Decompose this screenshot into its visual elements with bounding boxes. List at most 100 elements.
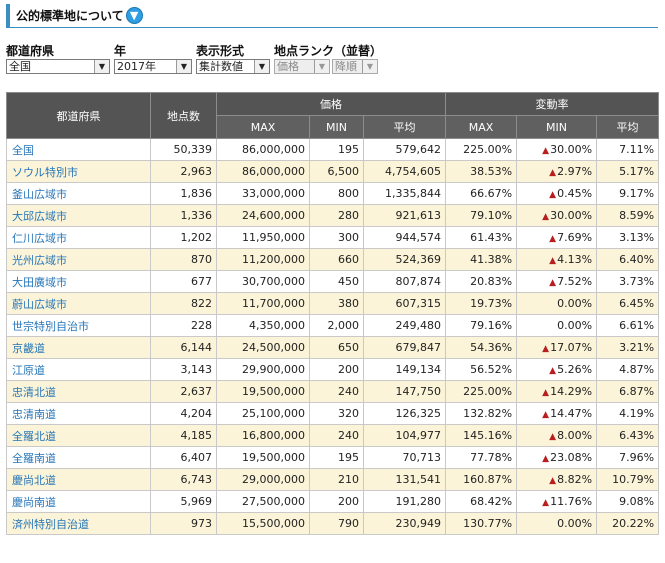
cell-rate-min: ▲7.52% [516,270,598,293]
filter-rank-label: 地点ランク（並替） [274,44,383,58]
cell-rmax: 79.10% [445,204,518,227]
cell-rate-min-value: 17.07% [550,341,593,354]
header-rate-min: MIN [516,115,598,139]
rank-field-value: 価格 [277,60,299,73]
prefecture-link[interactable]: 大田廣域市 [6,270,151,293]
cell-rate-min: ▲17.07% [516,336,598,359]
table-row: ソウル特別市 2,963 86,000,000 6,500 4,754,605 38.53… [6,160,660,183]
display-select[interactable]: 集計数値 ▼ [196,59,270,74]
cell-rate-min: ▲0.45% [516,182,598,205]
cell-count: 677 [150,270,217,293]
cell-ravg: 4.19% [596,402,660,425]
prefecture-link[interactable]: 江原道 [6,358,151,381]
cell-rate-min-value: 30.00% [550,209,593,222]
filter-display-label: 表示形式 [196,44,245,58]
filter-prefecture: 都道府県 全国 ▼ [6,44,110,74]
cell-pavg: 524,369 [362,248,447,271]
table-row: 慶尚北道 6,743 29,000,000 210 131,541 160.87% ▲8.8… [6,468,660,491]
prefecture-link[interactable]: 慶尚北道 [6,468,151,491]
cell-pavg: 149,134 [362,358,447,381]
chevron-down-icon: ▼ [176,60,191,73]
prefecture-link[interactable]: 忠清南道 [6,402,151,425]
cell-rmax: 61.43% [445,226,518,249]
cell-pmin: 240 [309,380,364,403]
prefecture-link[interactable]: 蔚山広域市 [6,292,151,315]
cell-pmin: 650 [309,336,364,359]
negative-triangle-icon: ▲ [542,344,550,354]
prefecture-link[interactable]: 仁川広域市 [6,226,151,249]
cell-ravg: 10.79% [596,468,660,491]
cell-pavg: 807,874 [362,270,447,293]
cell-pmax: 16,800,000 [216,424,310,447]
section-title-bar: 公的標準地について ▼ [6,4,658,28]
prefecture-link[interactable]: 大邱広域市 [6,204,151,227]
cell-pmin: 300 [309,226,364,249]
cell-count: 2,637 [150,380,217,403]
cell-count: 1,202 [150,226,217,249]
cell-ravg: 5.17% [596,160,660,183]
cell-pmin: 450 [309,270,364,293]
cell-rate-min-value: 4.13% [557,253,593,266]
prefecture-select[interactable]: 全国 ▼ [6,59,110,74]
prefecture-link[interactable]: 済州特別自治道 [6,512,151,535]
prefecture-link[interactable]: 世宗特別自治市 [6,314,151,337]
cell-pmax: 11,700,000 [216,292,310,315]
cell-rmax: 19.73% [445,292,518,315]
header-rate-max: MAX [445,115,518,139]
cell-count: 973 [150,512,217,535]
cell-pmax: 15,500,000 [216,512,310,535]
year-select[interactable]: 2017年 ▼ [114,59,192,74]
cell-count: 6,743 [150,468,217,491]
prefecture-link[interactable]: 京畿道 [6,336,151,359]
prefecture-link[interactable]: 全羅南道 [6,446,151,469]
table-row: 済州特別自治道 973 15,500,000 790 230,949 130.77% 0.0… [6,512,660,535]
cell-pmin: 380 [309,292,364,315]
cell-rmax: 56.52% [445,358,518,381]
rank-field-select[interactable]: 価格 ▼ [274,59,330,74]
negative-triangle-icon: ▲ [549,476,557,486]
prefecture-link[interactable]: 光州広域市 [6,248,151,271]
cell-pavg: 679,847 [362,336,447,359]
cell-pavg: 4,754,605 [362,160,447,183]
cell-pmax: 4,350,000 [216,314,310,337]
cell-pmin: 195 [309,138,364,161]
negative-triangle-icon: ▲ [542,146,550,156]
table-row: 釜山広域市 1,836 33,000,000 800 1,335,844 66.67% ▲0… [6,182,660,205]
cell-ravg: 6.40% [596,248,660,271]
prefecture-link[interactable]: 全国 [6,138,151,161]
table-row: 全国 50,339 86,000,000 195 579,642 225.00% ▲30.0… [6,138,660,161]
cell-count: 6,144 [150,336,217,359]
cell-rmax: 130.77% [445,512,518,535]
cell-rate-min: ▲30.00% [516,138,598,161]
cell-pavg: 607,315 [362,292,447,315]
cell-rmax: 225.00% [445,380,518,403]
chevron-down-icon: ▼ [94,60,109,73]
prefecture-link[interactable]: ソウル特別市 [6,160,151,183]
cell-ravg: 7.96% [596,446,660,469]
cell-pavg: 1,335,844 [362,182,447,205]
header-price-group: 価格 [215,92,447,116]
cell-rate-min: ▲11.76% [516,490,598,513]
chevron-down-icon: ▼ [362,60,377,73]
display-select-value: 集計数値 [199,60,243,73]
cell-rate-min-value: 7.52% [557,275,593,288]
cell-rate-min: ▲14.29% [516,380,598,403]
table-row: 慶尚南道 5,969 27,500,000 200 191,280 68.42% ▲11.7… [6,490,660,513]
cell-ravg: 6.61% [596,314,660,337]
cell-pmin: 200 [309,490,364,513]
cell-rate-min-value: 0.45% [557,187,593,200]
rank-order-select[interactable]: 降順 ▼ [332,59,378,74]
cell-rate-min: 0.00% [516,314,598,337]
prefecture-link[interactable]: 釜山広域市 [6,182,151,205]
table-row: 全羅南道 6,407 19,500,000 195 70,713 77.78% ▲23.08… [6,446,660,469]
negative-triangle-icon: ▲ [542,410,550,420]
cell-pmin: 210 [309,468,364,491]
prefecture-select-value: 全国 [9,60,31,73]
cell-pavg: 126,325 [362,402,447,425]
down-arrow-circle-icon[interactable]: ▼ [125,7,143,24]
cell-rate-min-value: 0.00% [557,319,593,332]
prefecture-link[interactable]: 全羅北道 [6,424,151,447]
cell-count: 2,963 [150,160,217,183]
prefecture-link[interactable]: 忠清北道 [6,380,151,403]
prefecture-link[interactable]: 慶尚南道 [6,490,151,513]
